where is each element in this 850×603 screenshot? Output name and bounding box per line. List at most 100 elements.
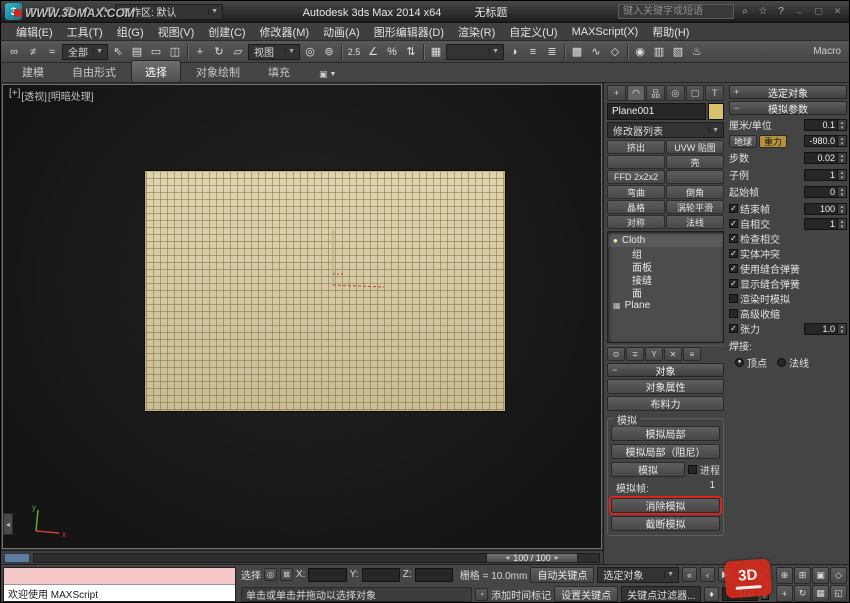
graphite-ribbon-icon[interactable]: ▩ — [568, 43, 586, 61]
zoom-all-icon[interactable]: ⊞ — [794, 567, 811, 584]
reference-coordinate-dropdown[interactable]: 视图 — [248, 44, 300, 60]
select-object-icon[interactable]: ⇖ — [109, 43, 127, 61]
gravity-field[interactable]: -980.0 — [804, 135, 847, 147]
configure-modifier-sets-icon[interactable]: ≡ — [683, 347, 701, 361]
simulate-button[interactable]: 模拟 — [611, 462, 685, 477]
viewport-layout-tab[interactable]: ◂ — [3, 513, 13, 535]
transform-gizmo[interactable] — [318, 228, 392, 296]
menu-item[interactable]: 组(G) — [110, 22, 151, 42]
viewport-menu-shading[interactable]: [明暗处理] — [48, 88, 94, 103]
go-to-start-icon[interactable]: « — [682, 567, 697, 582]
modifier-button[interactable]: UVW 贴图 — [666, 140, 724, 154]
schematic-view-icon[interactable]: ◇ — [606, 43, 624, 61]
ribbon-tab-selection[interactable]: 选择 — [131, 60, 181, 82]
modifier-button[interactable]: 涡轮平滑 — [666, 200, 724, 214]
named-selection-sets-icon[interactable]: ▦ — [427, 43, 445, 61]
zoom-extents-icon[interactable]: ▣ — [812, 567, 829, 584]
earth-button[interactable]: 地球 — [729, 135, 757, 148]
param-checkbox[interactable]: ✓ — [729, 249, 738, 258]
selection-region-icon[interactable]: ▭ — [147, 43, 165, 61]
modifier-button[interactable]: 对称 — [607, 215, 665, 229]
subsample-field[interactable]: 1 — [804, 169, 847, 181]
viewport-menu-plus[interactable]: [+] — [9, 88, 20, 103]
menu-item[interactable]: 创建(C) — [201, 22, 252, 42]
maxscript-mini-listener[interactable]: 欢迎使用 MAXScript — [3, 567, 236, 602]
selection-filter-dropdown[interactable]: 全部 — [62, 44, 108, 60]
next-frame-icon[interactable]: › — [736, 567, 751, 582]
param-checkbox[interactable] — [729, 294, 738, 303]
workspace-dropdown[interactable]: 工作区: 默认 — [115, 4, 223, 20]
start-frame-field[interactable]: 0 — [804, 186, 847, 198]
param-checkbox[interactable]: ✓ — [729, 219, 738, 228]
menu-item[interactable]: 修改器(M) — [253, 22, 317, 42]
param-checkbox[interactable]: ✓ — [729, 264, 738, 273]
window-crossing-icon[interactable]: ◫ — [166, 43, 184, 61]
erase-simulation-button[interactable]: 消除模拟 — [611, 498, 720, 513]
auto-key-button[interactable]: 自动关键点 — [530, 567, 594, 583]
tab-utilities-icon[interactable]: T — [705, 85, 724, 101]
key-mode-toggle-icon[interactable]: ♦ — [704, 587, 719, 602]
modifier-button[interactable]: FFD 2x2x2 — [607, 170, 665, 184]
modifier-button[interactable]: 法线 — [666, 215, 724, 229]
tab-create-icon[interactable]: + — [607, 85, 626, 101]
new-scene-icon[interactable]: □ — [25, 4, 40, 19]
object-color-swatch[interactable] — [708, 103, 724, 120]
pan-icon[interactable]: + — [776, 585, 793, 602]
maximize-button[interactable]: ▢ — [811, 5, 826, 19]
menu-item[interactable]: 图形编辑器(D) — [367, 22, 451, 42]
simulate-local-damped-button[interactable]: 模拟局部（阻尼） — [611, 444, 720, 459]
tab-motion-icon[interactable]: ◎ — [666, 85, 685, 101]
macro-recorder-pane[interactable] — [4, 568, 235, 585]
select-and-move-icon[interactable]: + — [191, 43, 209, 61]
chevron-down-icon[interactable]: ▼ — [330, 71, 337, 78]
selection-lock-icon[interactable]: ⊠ — [280, 568, 293, 581]
object-name-field[interactable]: Plane001 — [607, 103, 706, 120]
modifier-enabled-bulb-icon[interactable]: ● — [613, 236, 618, 245]
step-field[interactable]: 0.02 — [804, 152, 847, 164]
spinner-snap-icon[interactable]: ⇅ — [402, 43, 420, 61]
material-editor-icon[interactable]: ◉ — [631, 43, 649, 61]
tab-display-icon[interactable]: ▢ — [686, 85, 705, 101]
param-field[interactable]: 1 — [804, 218, 847, 230]
param-checkbox[interactable]: ✓ — [729, 234, 738, 243]
listener-pane[interactable]: 欢迎使用 MAXScript — [4, 585, 235, 601]
menu-item[interactable]: 视图(V) — [151, 22, 202, 42]
current-frame-field[interactable]: 100 — [722, 587, 758, 601]
remove-modifier-icon[interactable]: ✕ — [664, 347, 682, 361]
open-file-icon[interactable]: ◰ — [43, 4, 58, 19]
modifier-button[interactable]: 晶格 — [607, 200, 665, 214]
viewport-menu-view[interactable]: [透视] — [21, 88, 47, 103]
perspective-viewport[interactable]: [+] [透视] [明暗处理] x y ◂ — [2, 84, 602, 549]
weld-option[interactable]: 法线 — [777, 355, 809, 370]
stack-subobject-item[interactable]: 组 — [608, 247, 723, 260]
menu-item[interactable]: 工具(T) — [60, 22, 110, 42]
mirror-icon[interactable]: ◑ — [505, 43, 523, 61]
modifier-button[interactable] — [607, 155, 665, 169]
ribbon-tab-modeling[interactable]: 建模 — [9, 61, 57, 82]
select-and-scale-icon[interactable]: ▱ — [229, 43, 247, 61]
select-and-manipulate-icon[interactable]: ⊚ — [320, 43, 338, 61]
modifier-button[interactable]: 弯曲 — [607, 185, 665, 199]
stack-subobject-item[interactable]: 面板 — [608, 260, 723, 273]
weld-option[interactable]: ● 顶点 — [735, 355, 767, 370]
z-coordinate-field[interactable] — [415, 568, 453, 582]
save-file-icon[interactable]: ◫ — [61, 4, 76, 19]
stack-item-cloth[interactable]: ● Cloth — [608, 234, 723, 247]
set-key-button[interactable]: 设置关键点 — [554, 586, 618, 602]
dolly-icon[interactable]: ▦ — [812, 585, 829, 602]
favorites-icon[interactable]: ☆ — [756, 5, 770, 19]
param-checkbox[interactable] — [729, 309, 738, 318]
object-properties-button[interactable]: 对象属性 — [607, 379, 724, 394]
menu-item[interactable]: 编辑(E) — [9, 22, 60, 42]
show-end-result-icon[interactable]: ∓ — [626, 347, 644, 361]
select-by-name-icon[interactable]: ▤ — [128, 43, 146, 61]
tab-modify-icon[interactable]: ◠ — [627, 85, 646, 101]
undo-icon[interactable]: ↶ — [79, 4, 94, 19]
ribbon-tab-object-paint[interactable]: 对象绘制 — [183, 61, 253, 82]
key-mode-dropdown[interactable]: 选定对象 — [597, 567, 679, 583]
object-rollout-header[interactable]: − 对象 — [607, 363, 724, 377]
select-and-link-icon[interactable]: ∞ — [5, 43, 23, 61]
modifier-button[interactable]: 壳 — [666, 155, 724, 169]
go-to-end-icon[interactable]: » — [754, 567, 769, 582]
use-pivot-center-icon[interactable]: ◎ — [301, 43, 319, 61]
